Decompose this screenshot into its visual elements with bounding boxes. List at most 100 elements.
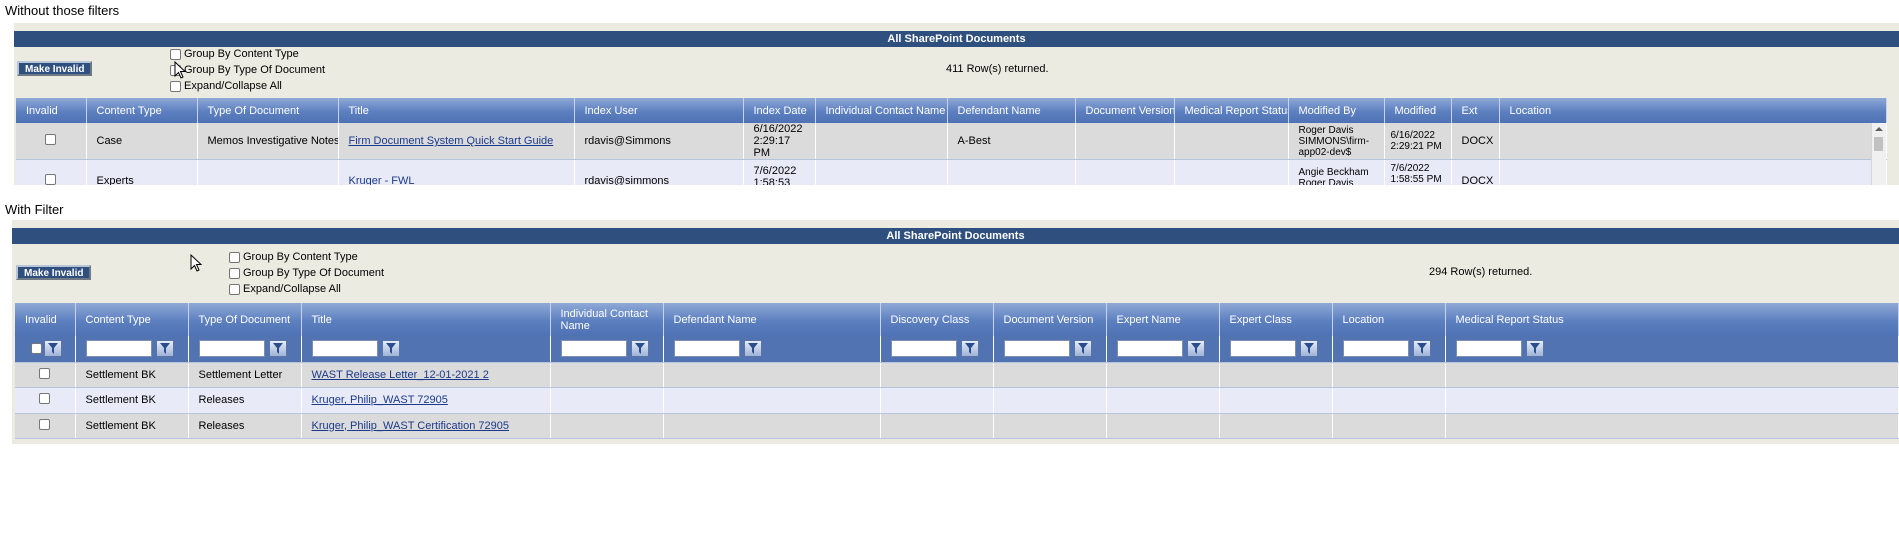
expert-class-filter-input[interactable] — [1229, 340, 1296, 358]
type-of-document-filter-input[interactable] — [198, 340, 265, 358]
column-header-type-of-document[interactable]: Type Of Document — [188, 303, 302, 336]
invalid-checkbox[interactable] — [39, 393, 51, 404]
expand-collapse-checkbox[interactable] — [170, 80, 181, 92]
column-header-invalid[interactable]: Invalid — [16, 98, 87, 123]
column-header-expert-name[interactable]: Expert Name — [1106, 303, 1220, 336]
filter-button[interactable] — [1412, 340, 1431, 358]
defendant-name-filter-cell — [663, 336, 881, 363]
column-header-location[interactable]: Location — [1499, 98, 1887, 123]
expand-collapse-option[interactable]: Expand/Collapse All — [229, 281, 341, 297]
column-header-modified-by[interactable]: Modified By — [1288, 98, 1385, 123]
column-header-ext[interactable]: Ext — [1451, 98, 1500, 123]
table-row: Settlement BK Releases Kruger, Philip_WA… — [15, 387, 1899, 414]
column-header-title[interactable]: Title — [338, 98, 575, 123]
make-invalid-button[interactable]: Make Invalid — [17, 61, 93, 76]
content-type-cell: Settlement BK — [75, 413, 189, 439]
discovery-class-cell — [880, 387, 994, 414]
column-header-modified[interactable]: Modified — [1384, 98, 1452, 123]
invalid-checkbox[interactable] — [45, 173, 57, 185]
filter-button[interactable] — [1073, 340, 1092, 358]
title-link[interactable]: Kruger, Philip_WAST 72905 — [312, 394, 448, 406]
filter-button[interactable] — [381, 340, 400, 358]
filter-button[interactable] — [44, 340, 62, 358]
group-by-type-of-document-checkbox[interactable] — [229, 267, 240, 279]
column-header-individual-contact-name[interactable]: Individual Contact Name — [550, 303, 664, 336]
column-header-index-user[interactable]: Index User — [574, 98, 744, 123]
defendant-name-filter-input[interactable] — [673, 340, 740, 358]
column-header-title[interactable]: Title — [301, 303, 551, 336]
column-header-medical-report-status[interactable]: Medical Report Status — [1445, 303, 1899, 336]
discovery-class-filter-input[interactable] — [890, 340, 957, 358]
filter-icon — [1303, 343, 1314, 355]
title-link[interactable]: WAST Release Letter_12-01-2021 2 — [312, 369, 489, 381]
filter-button[interactable] — [960, 340, 979, 358]
group-by-content-type-checkbox[interactable] — [170, 48, 181, 60]
column-header-document-version[interactable]: Document Version — [993, 303, 1107, 336]
defendant-name-cell — [663, 362, 881, 388]
document-version-cell — [993, 387, 1107, 414]
column-header-expert-class[interactable]: Expert Class — [1219, 303, 1333, 336]
group-by-content-type-option[interactable]: Group By Content Type — [170, 46, 299, 62]
expand-collapse-option[interactable]: Expand/Collapse All — [170, 78, 282, 94]
invalid-cell — [15, 413, 76, 439]
expand-collapse-checkbox[interactable] — [229, 283, 240, 295]
title-filter-input[interactable] — [311, 340, 378, 358]
column-header-discovery-class[interactable]: Discovery Class — [880, 303, 994, 336]
column-header-content-type[interactable]: Content Type — [75, 303, 189, 336]
filter-button[interactable] — [743, 340, 762, 358]
content-type-filter-input[interactable] — [85, 340, 152, 358]
document-version-filter-input[interactable] — [1003, 340, 1070, 358]
column-header-individual-contact-name[interactable]: Individual Contact Name — [815, 98, 948, 123]
filter-icon — [964, 343, 975, 355]
content-type-cell: Settlement BK — [75, 387, 189, 414]
defendant-name-cell — [663, 413, 881, 439]
filter-button[interactable] — [630, 340, 649, 358]
group-by-content-type-option[interactable]: Group By Content Type — [229, 249, 358, 265]
column-header-type-of-document[interactable]: Type Of Document — [197, 98, 339, 123]
medical-report-status-cell — [1445, 362, 1899, 388]
filter-icon — [1416, 343, 1427, 355]
filter-icon — [159, 343, 170, 355]
title-link[interactable]: Kruger, Philip_WAST Certification 72905 — [312, 420, 510, 432]
filter-button[interactable] — [1186, 340, 1205, 358]
column-header-index-date[interactable]: Index Date — [743, 98, 816, 123]
scroll-up-arrow-icon[interactable] — [1875, 126, 1883, 132]
column-header-defendant-name[interactable]: Defendant Name — [947, 98, 1076, 123]
group-by-content-type-label: Group By Content Type — [243, 251, 358, 263]
discovery-class-cell — [880, 362, 994, 388]
column-header-medical-report-status[interactable]: Medical Report Status — [1174, 98, 1289, 123]
table-row: Experts Kruger - FWL rdavis@simmons 7/6/… — [16, 159, 1887, 186]
column-header-defendant-name[interactable]: Defendant Name — [663, 303, 881, 336]
vertical-scrollbar[interactable] — [1871, 123, 1886, 185]
filter-button[interactable] — [1525, 340, 1544, 358]
scrollbar-thumb[interactable] — [1874, 137, 1883, 151]
filter-button[interactable] — [155, 340, 174, 358]
document-version-cell — [993, 362, 1107, 388]
location-filter-input[interactable] — [1342, 340, 1409, 358]
column-header-invalid[interactable]: Invalid — [15, 303, 76, 336]
filter-button[interactable] — [1299, 340, 1318, 358]
invalid-checkbox[interactable] — [45, 134, 57, 145]
title-link[interactable]: Firm Document System Quick Start Guide — [349, 135, 554, 147]
type-of-document-cell: Memos Investigative Notes — [197, 123, 339, 160]
medical-report-status-cell — [1445, 413, 1899, 439]
make-invalid-button[interactable]: Make Invalid — [16, 265, 92, 280]
column-header-location[interactable]: Location — [1332, 303, 1446, 336]
medical-report-status-filter-cell — [1445, 336, 1899, 363]
group-by-content-type-checkbox[interactable] — [229, 251, 240, 263]
column-header-document-version[interactable]: Document Version — [1075, 98, 1175, 123]
filter-button[interactable] — [268, 340, 287, 358]
individual-contact-name-filter-input[interactable] — [560, 340, 627, 358]
column-header-content-type[interactable]: Content Type — [86, 98, 198, 123]
group-by-type-of-document-option[interactable]: Group By Type Of Document — [170, 62, 325, 78]
expert-name-filter-input[interactable] — [1116, 340, 1183, 358]
invalid-filter-checkbox[interactable] — [31, 343, 42, 355]
invalid-checkbox[interactable] — [39, 367, 51, 379]
expert-name-cell — [1106, 387, 1220, 414]
medical-report-status-filter-input[interactable] — [1455, 340, 1522, 358]
title-link[interactable]: Kruger - FWL — [349, 175, 415, 186]
invalid-cell — [15, 362, 76, 388]
group-by-type-of-document-label: Group By Type Of Document — [243, 267, 385, 279]
group-by-type-of-document-option[interactable]: Group By Type Of Document — [229, 265, 384, 281]
invalid-checkbox[interactable] — [39, 418, 51, 430]
